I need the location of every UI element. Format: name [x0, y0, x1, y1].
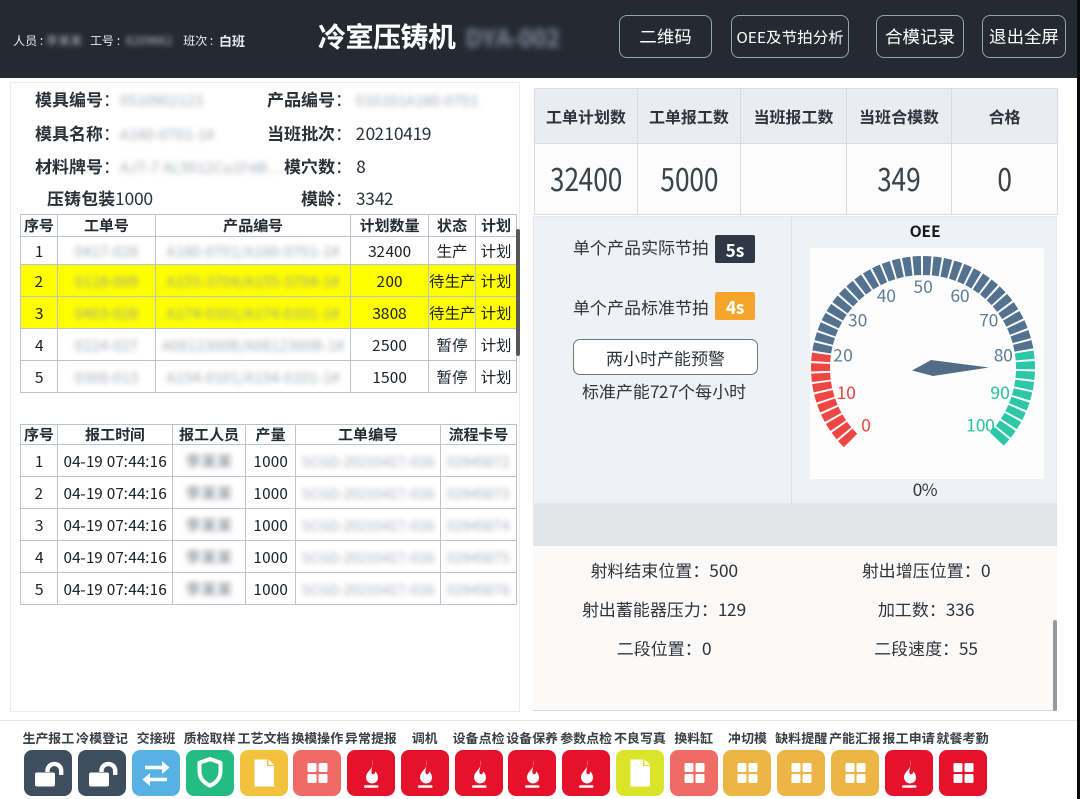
- svg-text:0: 0: [861, 411, 870, 436]
- svg-text:50: 50: [914, 273, 933, 298]
- svg-text:70: 70: [979, 306, 998, 331]
- svg-text:40: 40: [877, 282, 896, 307]
- svg-text:90: 90: [991, 379, 1010, 404]
- svg-text:60: 60: [950, 282, 969, 307]
- svg-text:30: 30: [848, 306, 867, 331]
- svg-text:80: 80: [994, 341, 1013, 366]
- svg-text:10: 10: [837, 379, 856, 404]
- svg-text:20: 20: [834, 341, 853, 366]
- svg-text:100: 100: [966, 411, 994, 436]
